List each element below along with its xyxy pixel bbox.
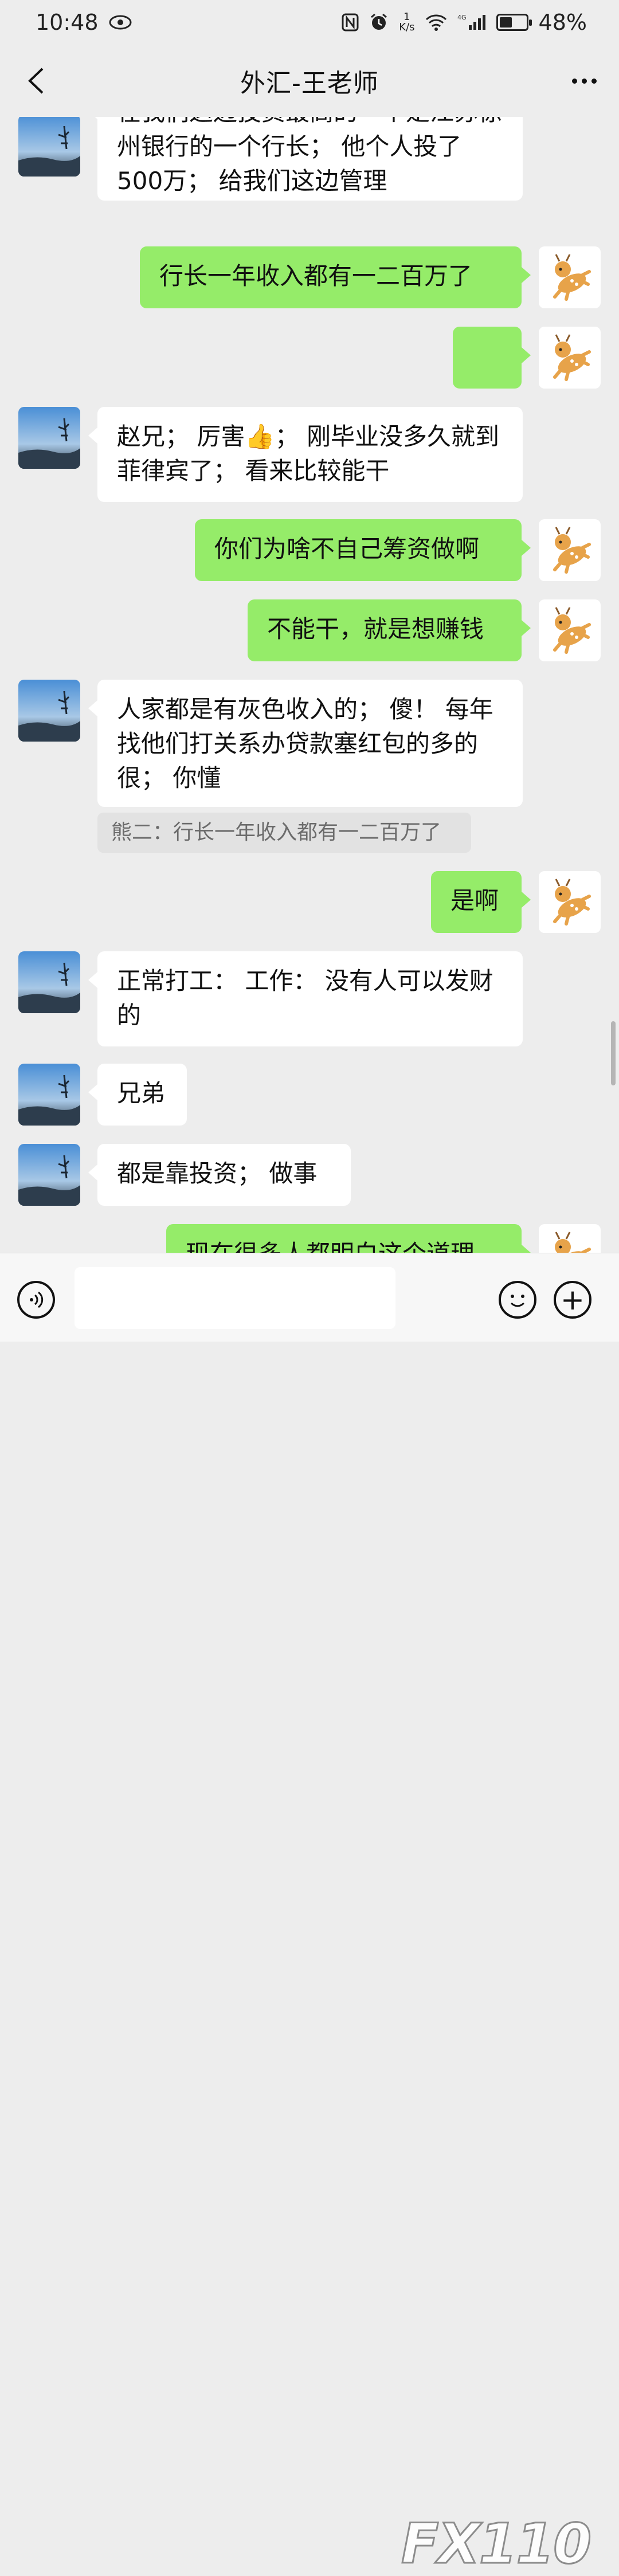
contact-avatar[interactable] — [18, 951, 80, 1013]
net-speed: 1 K/s — [399, 12, 414, 33]
voice-icon — [30, 1291, 44, 1308]
alarm-icon — [369, 13, 389, 32]
input-bar: + FX110 — [0, 1253, 619, 2576]
deer-icon — [555, 1232, 591, 1253]
contact-avatar[interactable] — [18, 680, 80, 742]
status-bar: 10:48 1 K/s 4G 48% — [0, 0, 619, 45]
chat-header: 外汇-王老师 — [0, 45, 619, 117]
plus-icon: + — [561, 1283, 585, 1316]
message-bubble[interactable]: 行长一年收入都有一二百万了 — [140, 246, 531, 308]
more-dots-icon — [571, 78, 577, 84]
battery-icon — [496, 14, 532, 31]
watermark: FX110 — [401, 2511, 593, 2576]
message-bubble[interactable]: 现在很多人都明白这个道理 — [166, 1224, 531, 1253]
my-avatar[interactable] — [539, 599, 601, 661]
emoji-icon — [510, 1295, 525, 1307]
voice-button[interactable] — [17, 1281, 55, 1319]
message-bubble[interactable]: 不能干，就是想赚钱 — [248, 599, 531, 661]
my-avatar[interactable] — [539, 327, 601, 389]
message-bubble[interactable]: 正常打工： 工作： 没有人可以发财的 — [88, 951, 523, 1046]
contact-avatar[interactable] — [18, 1144, 80, 1206]
signal-icon: 4G — [457, 14, 486, 31]
message-input[interactable] — [75, 1267, 395, 1329]
message-bubble[interactable]: 赵兄； 厉害👍； 刚毕业没多久就到菲律宾了； 看来比较能干 — [88, 407, 523, 502]
message-bubble[interactable]: 兄弟 — [88, 1064, 187, 1126]
message-bubble[interactable]: 都是靠投资； 做事 — [88, 1144, 351, 1206]
emoji-button[interactable] — [499, 1281, 536, 1319]
contact-avatar[interactable] — [18, 407, 80, 469]
chat-message-list[interactable]: 在我们这边投资最高的一个是江苏徐州银行的一个行长； 他个人投了500万； 给我们… — [0, 117, 619, 1253]
message-bubble[interactable]: 在我们这边投资最高的一个是江苏徐州银行的一个行长； 他个人投了500万； 给我们… — [88, 117, 523, 201]
deer-icon — [553, 334, 591, 381]
scrollbar-thumb[interactable] — [611, 1021, 616, 1085]
network-type-label: 4G — [457, 14, 467, 21]
plus-button[interactable]: + — [554, 1281, 591, 1319]
my-avatar[interactable] — [539, 1224, 601, 1253]
quoted-reply[interactable]: 熊二：行长一年收入都有一二百万了 — [97, 813, 471, 853]
contact-avatar[interactable] — [18, 117, 80, 177]
deer-icon — [553, 254, 591, 301]
my-avatar[interactable] — [539, 871, 601, 933]
deer-icon — [553, 879, 591, 926]
message-bubble[interactable]: 人家都是有灰色收入的； 傻！ 每年找他们打关系办贷款塞红包的多的很； 你懂 — [88, 680, 523, 807]
more-dot — [581, 78, 587, 84]
deer-icon — [553, 607, 591, 654]
contact-avatar[interactable] — [18, 1064, 80, 1126]
my-avatar[interactable] — [539, 246, 601, 308]
status-time: 10:48 — [36, 10, 99, 35]
message-bubble[interactable]: 是啊 — [431, 871, 531, 933]
chat-title: 外汇-王老师 — [240, 69, 379, 98]
more-dot — [591, 78, 597, 84]
battery-percent: 48% — [538, 10, 587, 35]
deer-icon — [553, 527, 591, 574]
emoji-message-bubble[interactable] — [453, 327, 531, 440]
more-button[interactable] — [562, 62, 606, 100]
my-avatar[interactable] — [539, 519, 601, 581]
back-arrow-icon — [28, 68, 44, 94]
back-button[interactable] — [17, 62, 55, 100]
eye-icon — [109, 15, 132, 30]
nfc-icon — [342, 13, 359, 32]
wifi-icon — [425, 14, 447, 31]
net-speed-unit: K/s — [399, 21, 415, 33]
message-bubble[interactable]: 你们为啥不自己筹资做啊 — [195, 519, 531, 581]
battery-fill — [499, 17, 512, 28]
